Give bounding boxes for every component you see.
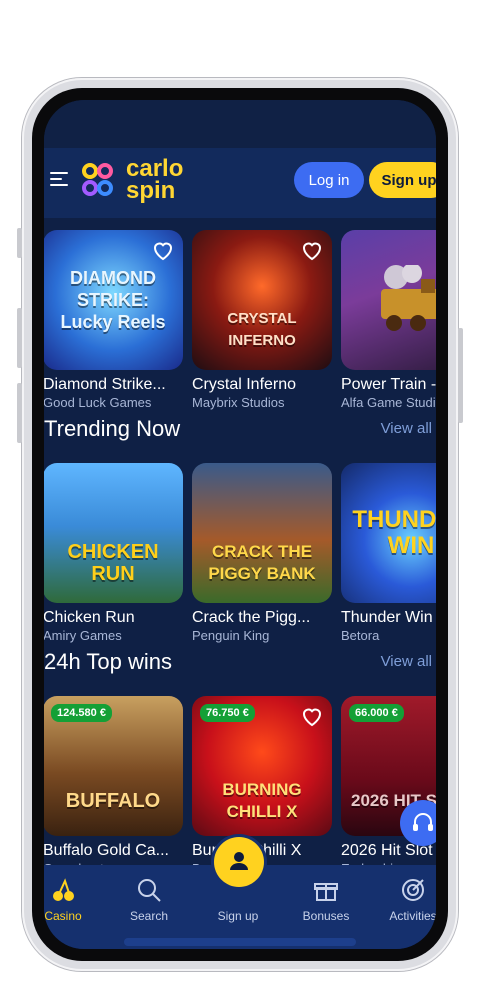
signup-fab-button[interactable] bbox=[214, 837, 264, 887]
game-card[interactable]: 124.580 € BUFFALO Buffalo Gold Ca... Gam… bbox=[44, 696, 183, 876]
win-amount-badge: 66.000 € bbox=[349, 704, 404, 722]
favorite-heart-icon[interactable] bbox=[151, 238, 175, 262]
game-thumbnail-title: BURNING CHILLI X bbox=[222, 780, 302, 821]
game-name[interactable]: Buffalo Gold Ca... bbox=[44, 842, 183, 860]
phone-bezel: carlo spin Log in Sign up DIAMOND STRIKE… bbox=[32, 88, 448, 961]
nav-bonuses-label: Bonuses bbox=[302, 909, 350, 923]
game-thumbnail[interactable]: THUNDER WIN bbox=[341, 463, 436, 603]
game-card[interactable]: 66.000 € 2026 HIT SLOT 2026 Hit Slot End… bbox=[341, 696, 436, 876]
logo-text: carlo spin bbox=[126, 157, 183, 204]
game-provider: Betora bbox=[341, 628, 380, 643]
game-thumbnail[interactable] bbox=[341, 230, 436, 370]
game-thumbnail[interactable]: CRYSTAL INFERNO bbox=[192, 230, 332, 370]
logo-rings-icon bbox=[82, 163, 113, 196]
cherries-icon bbox=[53, 878, 74, 901]
train-icon bbox=[381, 265, 436, 331]
favorite-heart-icon[interactable] bbox=[300, 704, 324, 728]
support-chat-button[interactable] bbox=[400, 800, 436, 846]
win-amount-badge: 76.750 € bbox=[200, 704, 255, 722]
game-name[interactable]: Power Train - bbox=[341, 376, 436, 394]
logo-line2: spin bbox=[126, 177, 176, 204]
game-card[interactable]: CRACK THE PIGGY BANK Crack the Pigg... P… bbox=[192, 463, 332, 643]
game-card[interactable]: CRYSTAL INFERNO Crystal Inferno Maybrix … bbox=[192, 230, 332, 410]
game-card[interactable]: Power Train - Alfa Game Studi bbox=[341, 230, 436, 410]
phone-side-button bbox=[17, 383, 22, 443]
nav-search[interactable]: Search bbox=[110, 865, 188, 923]
trending-view-all-link[interactable]: View all bbox=[381, 420, 432, 437]
signup-button[interactable]: Sign up bbox=[369, 162, 436, 198]
top-wins-section-title: 24h Top wins bbox=[44, 649, 173, 674]
game-provider: Alfa Game Studi bbox=[341, 395, 436, 410]
game-thumbnail[interactable]: CHICKEN RUN bbox=[44, 463, 183, 603]
game-provider: Good Luck Games bbox=[44, 395, 152, 410]
game-thumbnail[interactable]: 76.750 € BURNING CHILLI X bbox=[192, 696, 332, 836]
game-name[interactable]: Chicken Run bbox=[44, 609, 183, 627]
favorite-heart-icon[interactable] bbox=[300, 238, 324, 262]
target-icon bbox=[402, 879, 424, 901]
phone-frame: carlo spin Log in Sign up DIAMOND STRIKE… bbox=[17, 78, 463, 971]
nav-search-label: Search bbox=[129, 909, 169, 923]
game-name[interactable]: Diamond Strike... bbox=[44, 376, 183, 394]
game-name[interactable]: Crack the Pigg... bbox=[192, 609, 332, 627]
nav-casino[interactable]: Casino bbox=[44, 865, 102, 923]
phone-power-button bbox=[458, 328, 463, 423]
app-header: carlo spin Log in Sign up bbox=[44, 148, 436, 218]
game-name[interactable]: Crystal Inferno bbox=[192, 376, 332, 394]
game-name[interactable]: Thunder Win bbox=[341, 609, 436, 627]
game-thumbnail-title: THUNDER WIN bbox=[352, 506, 436, 559]
trending-games-row: CHICKEN RUN Chicken Run Amiry Games CRAC… bbox=[44, 463, 436, 653]
game-thumbnail-title: CRYSTAL INFERNO bbox=[227, 310, 297, 349]
search-icon bbox=[138, 879, 161, 902]
headset-icon bbox=[413, 813, 433, 831]
gift-icon bbox=[314, 883, 338, 901]
game-provider: Maybrix Studios bbox=[192, 395, 285, 410]
game-provider: Amiry Games bbox=[44, 628, 122, 643]
user-icon bbox=[230, 852, 248, 870]
top-wins-view-all-link[interactable]: View all bbox=[381, 653, 432, 670]
trending-section-title: Trending Now bbox=[44, 416, 181, 441]
phone-side-button bbox=[17, 228, 22, 258]
nav-casino-label: Casino bbox=[44, 909, 82, 923]
game-thumbnail-title: DIAMOND STRIKE: Lucky Reels bbox=[60, 268, 166, 332]
app-screen: carlo spin Log in Sign up DIAMOND STRIKE… bbox=[44, 100, 436, 949]
phone-side-button bbox=[17, 308, 22, 368]
nav-activities-label: Activities bbox=[389, 909, 436, 923]
nav-bonuses[interactable]: Bonuses bbox=[287, 865, 365, 923]
game-thumbnail[interactable]: DIAMOND STRIKE: Lucky Reels bbox=[44, 230, 183, 370]
game-thumbnail-title: BUFFALO bbox=[65, 790, 161, 812]
carlospin-logo[interactable]: carlo spin bbox=[76, 157, 183, 204]
nav-signup-label: Sign up bbox=[217, 909, 259, 923]
game-thumbnail[interactable]: CRACK THE PIGGY BANK bbox=[192, 463, 332, 603]
game-card[interactable]: THUNDER WIN Thunder Win Betora bbox=[341, 463, 436, 643]
home-indicator bbox=[124, 938, 356, 946]
game-thumbnail[interactable]: 124.580 € BUFFALO bbox=[44, 696, 183, 836]
win-amount-badge: 124.580 € bbox=[51, 704, 112, 722]
status-area bbox=[44, 100, 436, 148]
game-thumbnail-title: CRACK THE PIGGY BANK bbox=[208, 542, 316, 583]
game-thumbnail-title: CHICKEN RUN bbox=[67, 541, 159, 585]
featured-games-row: DIAMOND STRIKE: Lucky Reels Diamond Stri… bbox=[44, 230, 436, 420]
game-card[interactable]: DIAMOND STRIKE: Lucky Reels Diamond Stri… bbox=[44, 230, 183, 410]
game-card[interactable]: CHICKEN RUN Chicken Run Amiry Games bbox=[44, 463, 183, 643]
nav-activities[interactable]: Activities bbox=[374, 865, 436, 923]
menu-icon[interactable] bbox=[50, 172, 68, 186]
game-provider: Penguin King bbox=[192, 628, 270, 643]
login-button[interactable]: Log in bbox=[294, 162, 364, 198]
